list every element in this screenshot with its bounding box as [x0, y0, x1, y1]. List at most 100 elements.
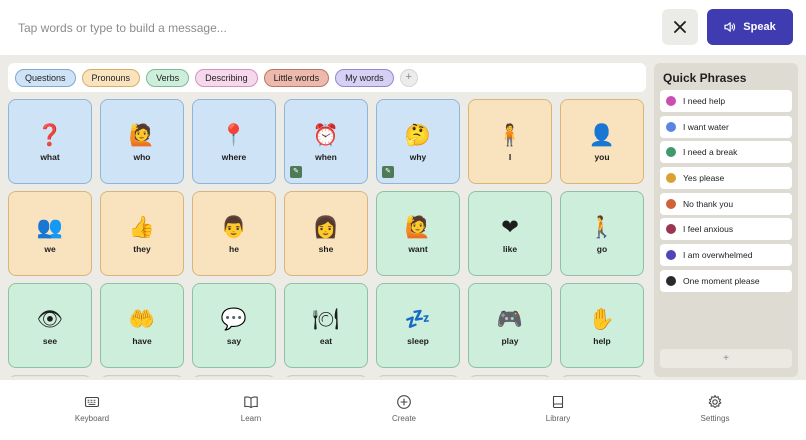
word-tile-partial[interactable] — [560, 375, 644, 377]
word-tile-help[interactable]: ✋ help — [560, 283, 644, 368]
word-tile-sleep[interactable]: 💤 sleep — [376, 283, 460, 368]
nav-keyboard[interactable]: Keyboard — [47, 394, 137, 423]
word-tile-eat[interactable]: 🍽 eat — [284, 283, 368, 368]
keyboard-icon — [84, 396, 100, 408]
word-tile-play[interactable]: 🎮 play — [468, 283, 552, 368]
quick-phrase-text: One moment please — [683, 275, 760, 286]
quick-phrases-title: Quick Phrases — [663, 71, 747, 85]
category-chip-questions[interactable]: Questions — [15, 68, 76, 87]
word-tile-say[interactable]: 💬 say — [192, 283, 276, 368]
word-tile-when[interactable]: ⏰ when ✎ — [284, 99, 368, 184]
tile-symbol: 🤲 — [128, 306, 156, 331]
book-icon — [552, 395, 564, 409]
phrase-color-dot — [666, 275, 676, 286]
speaker-icon — [724, 22, 736, 32]
quick-phrase-item[interactable]: I need help — [660, 90, 792, 112]
category-chip-pronouns[interactable]: Pronouns — [81, 68, 141, 87]
word-tile-like[interactable]: ❤ like — [468, 191, 552, 276]
word-tile-partial[interactable] — [376, 375, 460, 377]
tile-symbol: 📍 — [220, 122, 248, 147]
tile-label: I — [508, 151, 512, 162]
speak-button[interactable]: Speak — [707, 9, 793, 45]
tile-symbol: 🍽 — [312, 306, 340, 331]
word-tile-what[interactable]: ❓ what — [8, 99, 92, 184]
nav-learn-label: Learn — [240, 414, 262, 423]
quick-phrase-item[interactable]: No thank you — [660, 192, 792, 215]
word-tile-i[interactable]: 🧍 I — [468, 99, 552, 184]
tile-label: he — [229, 243, 239, 254]
word-tile-why[interactable]: 🤔 why ✎ — [376, 99, 460, 184]
word-tile-he[interactable]: 👨 he — [192, 191, 276, 276]
nav-learn[interactable]: Learn — [206, 394, 296, 423]
tile-symbol: 🧍 — [496, 122, 524, 147]
plus-circle-icon — [397, 395, 411, 409]
word-tile-she[interactable]: 👩 she — [284, 191, 368, 276]
quick-phrase-text: I need a break — [683, 147, 738, 158]
phrase-color-dot — [666, 198, 676, 209]
tile-symbol: 🎮 — [496, 306, 524, 331]
category-chip-little-words[interactable]: Little words — [263, 68, 330, 87]
nav-create[interactable]: Create — [359, 394, 449, 423]
tile-symbol: 👁 — [36, 306, 64, 331]
tile-label: what — [40, 151, 60, 162]
word-tile-partial[interactable] — [8, 375, 92, 377]
phrase-color-dot — [666, 147, 676, 158]
category-chip-describing[interactable]: Describing — [195, 68, 258, 87]
tile-symbol: 👍 — [128, 214, 156, 239]
word-tile-have[interactable]: 🤲 have — [100, 283, 184, 368]
tile-symbol: ❤ — [501, 214, 519, 239]
phrase-color-dot — [666, 173, 676, 184]
add-phrase-button[interactable]: + — [660, 349, 792, 368]
add-category-button[interactable]: + — [399, 68, 418, 87]
nav-library-label: Library — [545, 414, 571, 423]
tile-label: help — [593, 335, 611, 346]
tile-label: sleep — [407, 335, 429, 346]
close-icon — [674, 21, 686, 33]
word-tile-partial[interactable] — [284, 375, 368, 377]
tile-label: eat — [319, 335, 333, 346]
tile-label: she — [318, 243, 334, 254]
quick-phrase-item[interactable]: Yes please — [660, 167, 792, 190]
word-tile-you[interactable]: 👤 you — [560, 99, 644, 184]
quick-phrase-item[interactable]: I am overwhelmed — [660, 244, 792, 267]
tile-label: like — [502, 243, 518, 254]
word-tile-where[interactable]: 📍 where — [192, 99, 276, 184]
word-tile-partial[interactable] — [100, 375, 184, 377]
phrase-color-dot — [666, 224, 676, 235]
word-tile-partial[interactable] — [192, 375, 276, 377]
category-chip-my-words[interactable]: My words — [335, 68, 394, 87]
word-tile-want[interactable]: 🙋 want — [376, 191, 460, 276]
tile-label: have — [132, 335, 152, 346]
speak-label: Speak — [743, 21, 776, 33]
category-chip-verbs[interactable]: Verbs — [146, 68, 190, 87]
quick-phrase-text: I want water — [683, 121, 729, 132]
word-tile-they[interactable]: 👍 they — [100, 191, 184, 276]
quick-phrase-text: I need help — [683, 96, 726, 106]
quick-phrase-text: Yes please — [683, 173, 725, 184]
nav-keyboard-label: Keyboard — [74, 414, 110, 423]
tile-label: want — [408, 243, 428, 254]
nav-settings-label: Settings — [700, 414, 730, 423]
word-tile-go[interactable]: 🚶 go — [560, 191, 644, 276]
tile-symbol: ❓ — [36, 122, 64, 147]
nav-settings[interactable]: Settings — [670, 394, 760, 423]
nav-library[interactable]: Library — [513, 394, 603, 423]
word-tile-we[interactable]: 👥 we — [8, 191, 92, 276]
phrase-color-dot — [666, 250, 676, 261]
word-tile-who[interactable]: 🙋 who — [100, 99, 184, 184]
tile-label: play — [501, 335, 519, 346]
tile-label: why — [409, 151, 427, 162]
quick-phrases-list: I need help I want water I need a break Yes… — [660, 90, 792, 296]
word-tile-see[interactable]: 👁 see — [8, 283, 92, 368]
quick-phrase-item[interactable]: I need a break — [660, 141, 792, 164]
quick-phrase-item[interactable]: I want water — [660, 115, 792, 138]
quick-phrase-item[interactable]: I feel anxious — [660, 218, 792, 241]
quick-phrase-text: I feel anxious — [683, 224, 734, 235]
word-tile-partial[interactable] — [468, 375, 552, 377]
clear-button[interactable] — [662, 9, 698, 45]
message-bar: Tap words or type to build a message... … — [0, 0, 806, 55]
quick-phrase-item[interactable]: One moment please — [660, 269, 792, 292]
tile-symbol: ⏰ — [312, 122, 340, 147]
quick-phrases-panel: Quick Phrases I need help I want water I n… — [654, 63, 798, 377]
message-input[interactable]: Tap words or type to build a message... — [18, 18, 638, 38]
